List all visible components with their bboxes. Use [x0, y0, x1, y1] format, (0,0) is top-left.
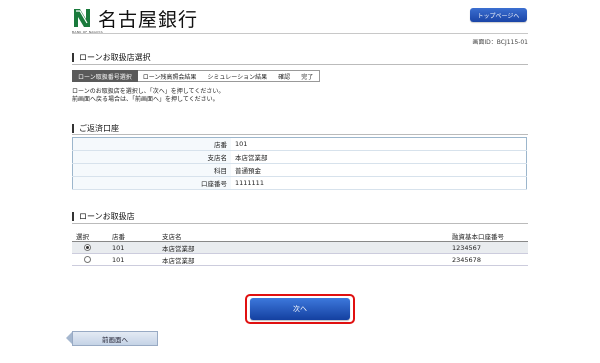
info-value: 1111111 — [231, 176, 527, 190]
account-no-cell: 1234567 — [452, 241, 528, 254]
screen-id: 画面ID：BCJ115-01 — [472, 39, 528, 46]
account-no-cell: 2345678 — [452, 253, 528, 266]
repayment-section-title: ご返済口座 — [72, 124, 119, 133]
info-row: 支店名 本店営業部 — [72, 150, 527, 164]
step-4: 確認 — [273, 70, 297, 82]
branch-table: 選択 店番 支店名 融資基本口座番号 101 本店営業部 1234567 101… — [72, 230, 528, 266]
bank-name: 名古屋銀行 — [98, 9, 199, 31]
header-select: 選択 — [72, 230, 112, 242]
table-row[interactable]: 101 本店営業部 1234567 — [72, 241, 528, 254]
branch-section-title: ローンお取扱店 — [72, 212, 135, 221]
branch-no-cell: 101 — [112, 253, 162, 266]
bank-logo-icon — [74, 9, 90, 27]
branch-header-row: 選択 店番 支店名 融資基本口座番号 — [72, 230, 528, 242]
select-cell — [72, 253, 112, 266]
info-label: 支店名 — [72, 150, 231, 164]
branch-name-cell: 本店営業部 — [162, 241, 452, 254]
branch-name-cell: 本店営業部 — [162, 253, 452, 266]
repayment-account-table: 店番 101 支店名 本店営業部 科目 普通預金 口座番号 1111111 — [72, 137, 527, 190]
info-value: 普通預金 — [231, 163, 527, 177]
branch-no-cell: 101 — [112, 241, 162, 254]
step-1: ローン取扱番号選択 — [72, 70, 138, 82]
next-button[interactable]: 次へ — [250, 298, 350, 320]
table-row[interactable]: 101 本店営業部 2345678 — [72, 253, 528, 266]
info-label: 口座番号 — [72, 176, 231, 190]
header-branch-no: 店番 — [112, 230, 162, 242]
radio-unselected[interactable] — [84, 256, 91, 263]
branch-divider — [72, 223, 528, 224]
step-5: 完了 — [296, 70, 321, 82]
info-row: 科目 普通預金 — [72, 163, 527, 177]
page-title: ローンお取扱店選択 — [72, 53, 151, 62]
info-value: 101 — [231, 137, 527, 151]
info-row: 店番 101 — [72, 137, 527, 151]
step-2: ローン残高照会結果 — [137, 70, 203, 82]
repayment-divider — [72, 134, 528, 135]
info-value: 本店営業部 — [231, 150, 527, 164]
info-label: 科目 — [72, 163, 231, 177]
top-page-button[interactable]: トップページへ — [470, 8, 527, 22]
back-button[interactable]: 前画面へ — [72, 331, 158, 346]
header-branch-name: 支店名 — [162, 230, 452, 242]
instruction-line-1: ローンのお取扱店を選択し、「次へ」を押してください。 — [72, 88, 225, 95]
step-3: シミュレーション結果 — [202, 70, 274, 82]
progress-steps: ローン取扱番号選択 ローン残高照会結果 シミュレーション結果 確認 完了 — [72, 70, 321, 82]
instructions: ローンのお取扱店を選択し、「次へ」を押してください。 前画面へ戻る場合は、「前画… — [72, 88, 224, 104]
title-divider — [72, 64, 528, 65]
radio-selected[interactable] — [84, 244, 91, 251]
select-cell — [72, 241, 112, 254]
info-row: 口座番号 1111111 — [72, 176, 527, 190]
header-account-no: 融資基本口座番号 — [452, 230, 528, 242]
info-label: 店番 — [72, 137, 231, 151]
instruction-line-2: 前画面へ戻る場合は、「前画面へ」を押してください。 — [72, 96, 219, 103]
header-divider — [72, 33, 528, 34]
